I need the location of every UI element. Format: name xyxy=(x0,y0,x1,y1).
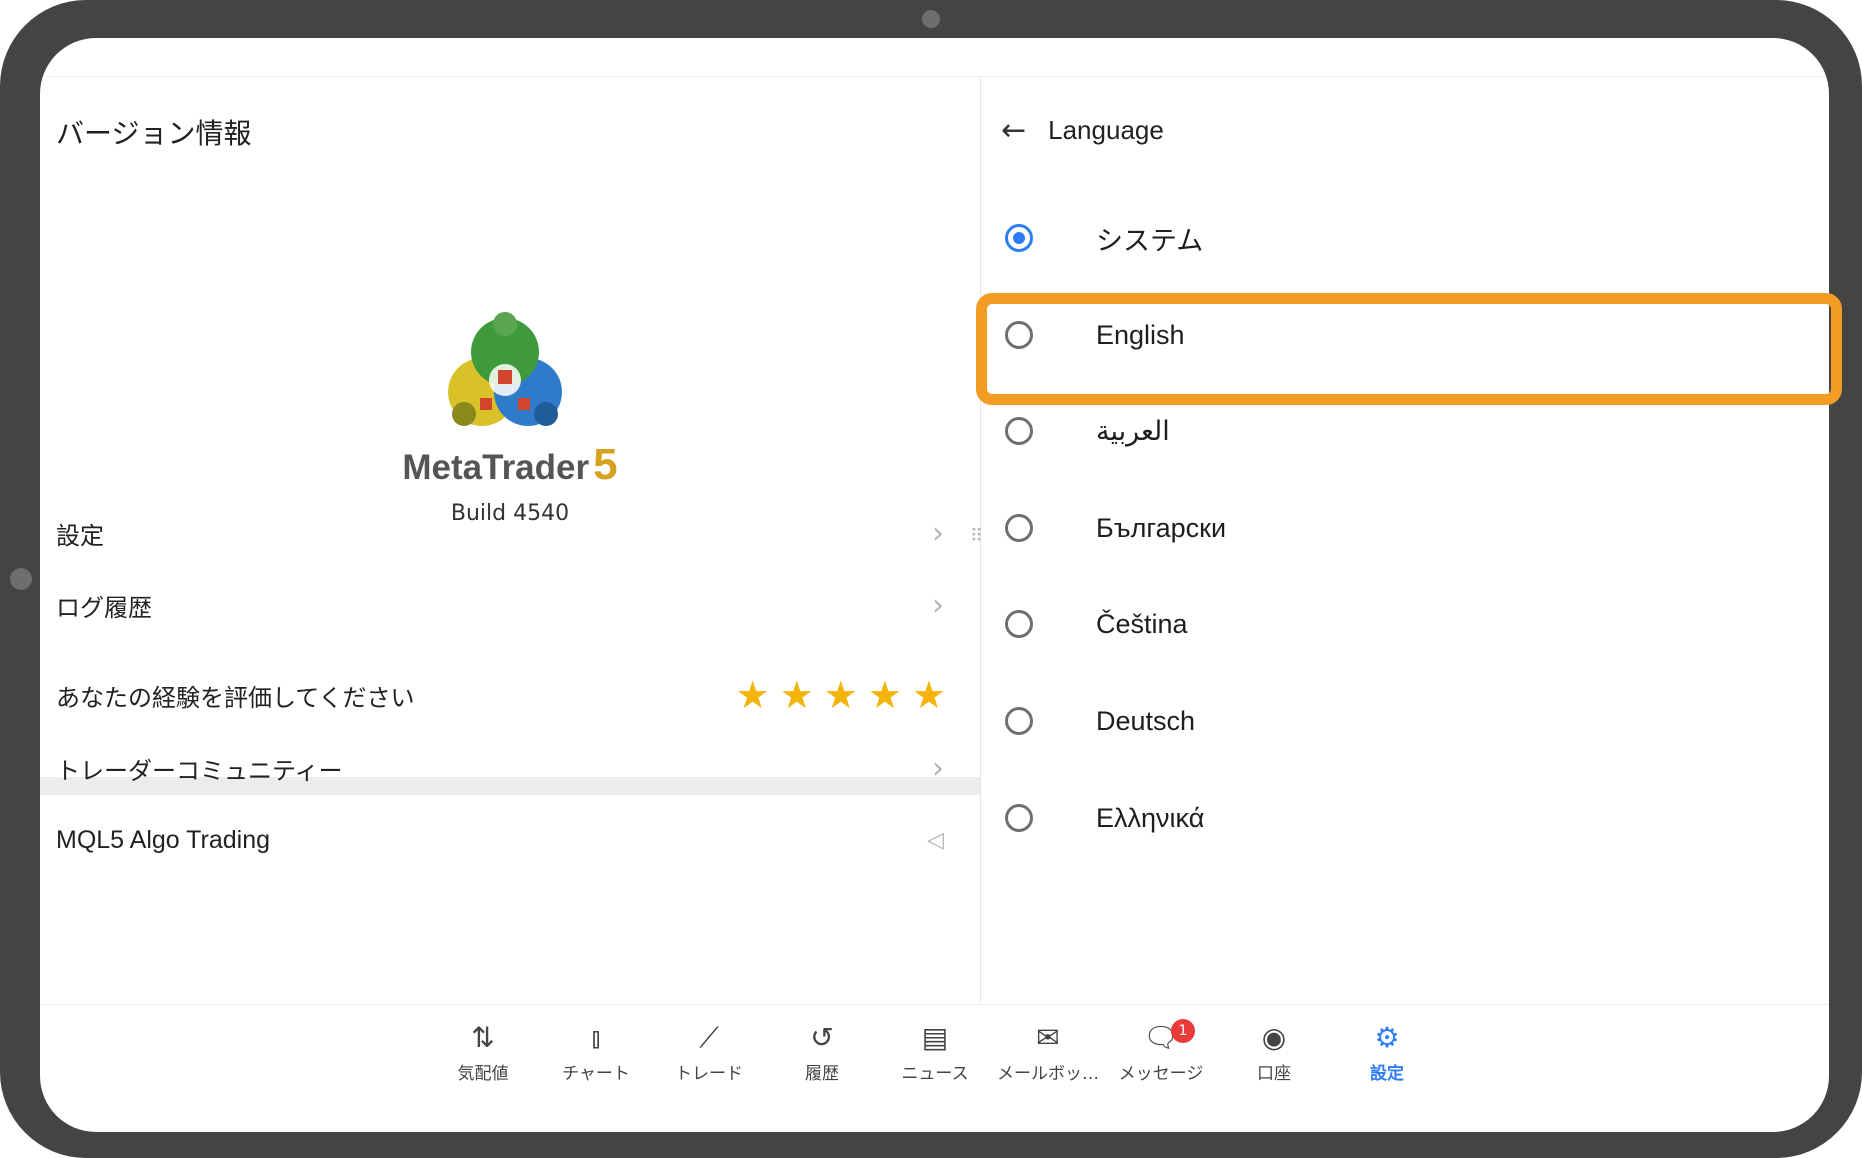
nav-label: ニュース xyxy=(901,1064,969,1084)
language-option-german[interactable]: Deutsch xyxy=(1005,696,1805,746)
nav-settings[interactable]: ⚙ 設定 xyxy=(1337,1019,1437,1084)
nav-quotes[interactable]: ⇅ 気配値 xyxy=(433,1019,533,1084)
nav-label: メッセージ xyxy=(1118,1064,1204,1084)
rating-label: あなたの経験を評価してください xyxy=(56,683,415,712)
nav-label: 設定 xyxy=(1370,1064,1404,1084)
settings-menu-item[interactable]: 設定 › xyxy=(56,511,966,555)
language-label: Deutsch xyxy=(1096,705,1196,736)
brand-name: MetaTrader5 xyxy=(360,440,660,490)
side-sensor xyxy=(10,568,32,590)
chevron-right-icon: › xyxy=(932,750,944,786)
mail-icon: ✉ xyxy=(1036,1021,1060,1054)
star-icon[interactable]: ★ xyxy=(824,676,858,714)
radio-icon[interactable] xyxy=(1005,804,1033,832)
language-option-system[interactable]: システム xyxy=(1005,213,1805,263)
back-arrow-icon[interactable]: ← xyxy=(1001,113,1026,148)
language-option-greek[interactable]: Ελληνικά xyxy=(1005,793,1805,843)
chevron-right-icon: › xyxy=(932,515,944,551)
radio-icon[interactable] xyxy=(1005,610,1033,638)
nav-chart[interactable]: ⫾ チャート xyxy=(546,1019,646,1084)
nav-history[interactable]: ↺ 履歴 xyxy=(772,1019,872,1084)
language-label: システム xyxy=(1096,225,1204,256)
nav-label: 口座 xyxy=(1257,1064,1291,1084)
nav-news[interactable]: ▤ ニュース xyxy=(885,1019,985,1084)
language-label: Български xyxy=(1096,512,1227,543)
menu-item-label: 設定 xyxy=(56,521,104,550)
brand-version-mark: 5 xyxy=(593,440,618,489)
nav-trade[interactable]: ⟋ トレード xyxy=(659,1019,759,1084)
news-icon: ▤ xyxy=(921,1021,949,1054)
star-icon[interactable]: ★ xyxy=(736,676,770,714)
settings-icon: ⚙ xyxy=(1374,1021,1400,1054)
nav-messages[interactable]: 🗨 1 メッセージ xyxy=(1111,1019,1211,1084)
account-icon: ◉ xyxy=(1261,1021,1287,1054)
metatrader-logo-icon xyxy=(448,312,562,426)
radio-icon[interactable] xyxy=(1005,514,1033,542)
chart-icon: ⫾ xyxy=(591,1021,601,1054)
history-icon: ↺ xyxy=(810,1021,834,1054)
star-icon[interactable]: ★ xyxy=(780,676,814,714)
menu-item-label: ログ履歴 xyxy=(56,593,152,622)
language-option-bulgarian[interactable]: Български xyxy=(1005,503,1805,553)
status-bar xyxy=(40,38,1829,77)
front-camera xyxy=(922,10,940,28)
trade-icon: ⟋ xyxy=(699,1021,719,1054)
about-panel: バージョン情報 MetaTrader5 Build 4540 設定 › ログ履歴… xyxy=(40,77,980,1003)
community-menu-item[interactable]: トレーダーコミュニティー › xyxy=(56,746,966,790)
notification-badge: 1 xyxy=(1171,1019,1195,1043)
bottom-navigation: ⇅ 気配値 ⫾ チャート ⟋ トレード ↺ 履歴 ▤ ニュース ✉ メールボッ… xyxy=(40,1004,1829,1115)
radio-selected-icon[interactable] xyxy=(1005,224,1033,252)
log-history-menu-item[interactable]: ログ履歴 › xyxy=(56,583,966,627)
menu-item-label: MQL5 Algo Trading xyxy=(56,825,271,854)
language-label: Ελληνικά xyxy=(1096,802,1205,833)
nav-mailbox[interactable]: ✉ メールボッ… xyxy=(997,1019,1099,1084)
nav-label: メールボッ… xyxy=(997,1064,1099,1084)
panel-title: Language xyxy=(1048,115,1164,145)
language-label: العربية xyxy=(1096,415,1170,446)
chevron-right-icon: › xyxy=(932,587,944,623)
radio-icon[interactable] xyxy=(1005,417,1033,445)
english-highlight-box xyxy=(976,293,1842,405)
quotes-icon: ⇅ xyxy=(471,1021,495,1054)
nav-label: トレード xyxy=(675,1064,743,1084)
language-panel: ← Language システム English العربية Българск… xyxy=(981,77,1829,1003)
language-label: Čeština xyxy=(1096,608,1188,639)
rating-stars[interactable]: ★ ★ ★ ★ ★ xyxy=(736,676,946,714)
star-icon[interactable]: ★ xyxy=(868,676,902,714)
app-screen: バージョン情報 MetaTrader5 Build 4540 設定 › ログ履歴… xyxy=(40,38,1829,1132)
tablet-frame: バージョン情報 MetaTrader5 Build 4540 設定 › ログ履歴… xyxy=(0,0,1862,1158)
send-icon: ◁ xyxy=(927,827,944,853)
mql5-menu-item[interactable]: MQL5 Algo Trading ◁ xyxy=(56,818,966,862)
star-icon[interactable]: ★ xyxy=(912,676,946,714)
radio-icon[interactable] xyxy=(1005,707,1033,735)
menu-item-label: トレーダーコミュニティー xyxy=(56,756,343,785)
nav-label: 履歴 xyxy=(805,1064,839,1084)
language-option-czech[interactable]: Čeština xyxy=(1005,599,1805,649)
brand-text: MetaTrader xyxy=(402,448,590,487)
rating-row: あなたの経験を評価してください ★ ★ ★ ★ ★ xyxy=(56,673,966,717)
page-title: バージョン情報 xyxy=(56,117,252,150)
nav-label: 気配値 xyxy=(457,1064,509,1084)
nav-label: チャート xyxy=(562,1064,630,1084)
nav-account[interactable]: ◉ 口座 xyxy=(1224,1019,1324,1084)
language-option-arabic[interactable]: العربية xyxy=(1005,406,1805,456)
language-header: ← Language xyxy=(1001,113,1164,148)
